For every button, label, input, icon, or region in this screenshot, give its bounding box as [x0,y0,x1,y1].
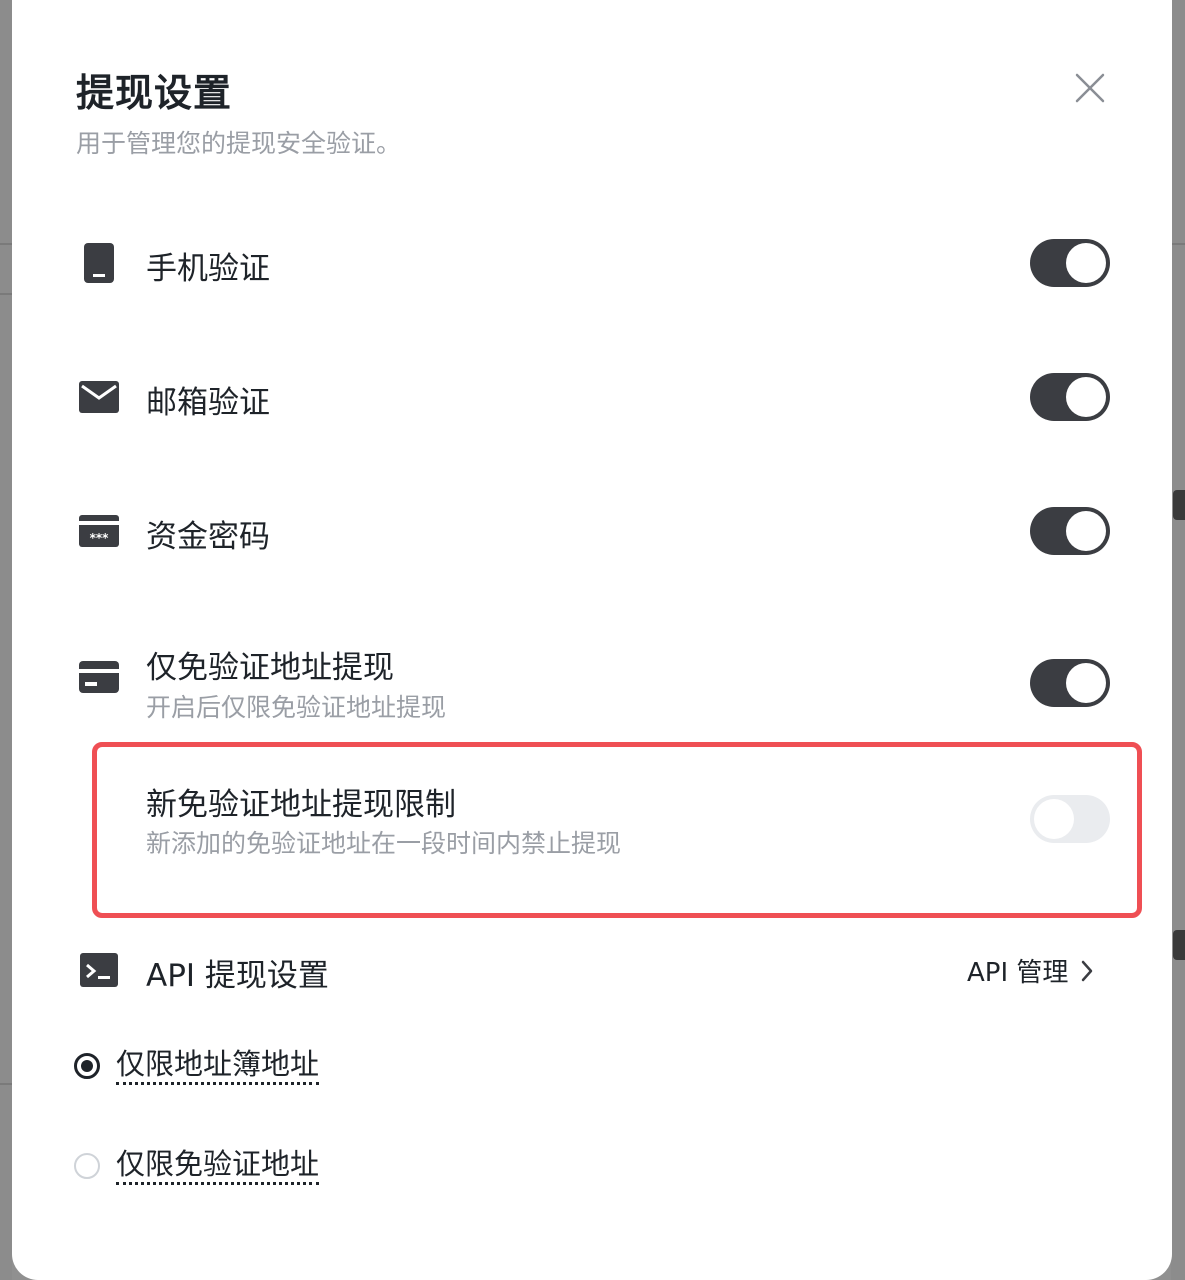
close-icon[interactable] [1072,70,1108,106]
api-management-link[interactable]: API 管理 [967,952,1094,989]
password-card-icon: *** [78,510,120,552]
phone-verification-toggle[interactable] [1030,239,1110,287]
chevron-right-icon [1082,960,1093,981]
background-left-edge [0,0,12,1280]
radio-label-address-book: 仅限地址簿地址 [116,1046,320,1085]
svg-text:***: *** [90,531,110,545]
api-management-label: API 管理 [967,958,1069,988]
radio-button-checked[interactable] [74,1052,100,1079]
background-element [1173,930,1185,960]
setting-label-phone: 手机验证 [146,251,270,287]
modal-subtitle: 用于管理您的提现安全验证。 [76,129,402,158]
background-element [1173,490,1185,520]
email-verification-toggle[interactable] [1030,373,1110,421]
setting-desc-whitelist-only: 开启后仅限免验证地址提现 [146,693,447,722]
background-divider [0,293,12,295]
new-address-limit-toggle[interactable] [1030,795,1110,843]
phone-icon [78,242,120,284]
mail-icon [78,376,120,418]
radio-option-whitelist[interactable]: 仅限免验证地址 [74,1146,320,1185]
setting-label-email: 邮箱验证 [146,385,270,421]
fund-password-toggle[interactable] [1030,507,1110,555]
background-right-edge [1171,0,1185,1280]
radio-button-unchecked[interactable] [74,1152,100,1179]
setting-label-whitelist-only: 仅免验证地址提现 [146,650,394,686]
withdrawal-settings-modal: 提现设置 用于管理您的提现安全验证。 手机验证 邮箱验证 *** 资金密码 仅免… [12,0,1172,1280]
setting-label-new-address-limit: 新免验证地址提现限制 [146,787,456,823]
card-icon [78,656,120,698]
terminal-icon [78,949,120,991]
whitelist-only-toggle[interactable] [1030,659,1110,707]
setting-desc-new-address-limit: 新添加的免验证地址在一段时间内禁止提现 [146,829,622,858]
background-divider [0,243,12,245]
radio-label-whitelist: 仅限免验证地址 [116,1146,320,1185]
modal-title: 提现设置 [76,71,233,115]
setting-label-fund-password: 资金密码 [146,519,270,555]
background-divider [0,1083,12,1085]
background-divider [1171,243,1185,245]
radio-option-address-book[interactable]: 仅限地址簿地址 [74,1046,320,1085]
api-settings-label: API 提现设置 [146,958,329,994]
